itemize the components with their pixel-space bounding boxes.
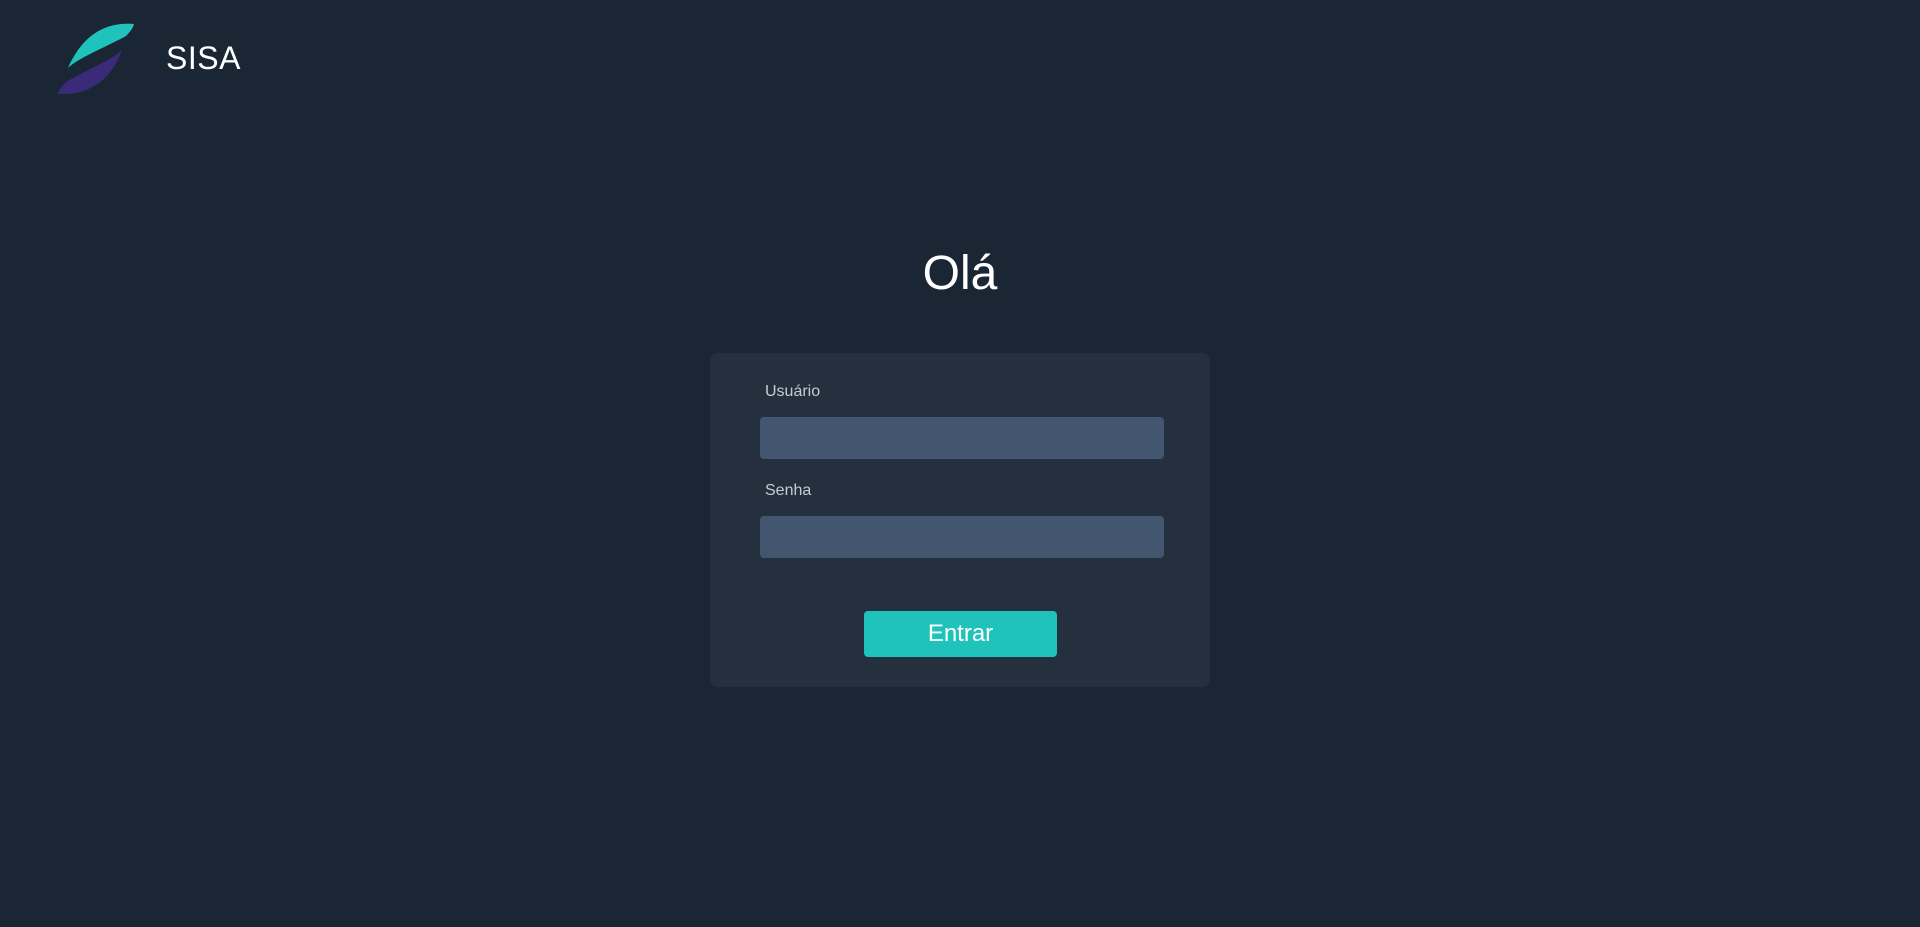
username-input[interactable] — [760, 417, 1164, 459]
greeting-title: Olá — [922, 247, 998, 300]
password-input[interactable] — [760, 516, 1164, 558]
username-label: Usuário — [765, 383, 821, 400]
login-card: Usuário Senha Entrar — [710, 353, 1210, 687]
login-page: SISA Olá Usuário Senha Entrar — [0, 0, 1920, 927]
sisa-logo-icon — [58, 23, 134, 94]
brand-header: SISA — [56, 22, 241, 94]
login-button[interactable]: Entrar — [864, 611, 1057, 657]
password-label: Senha — [765, 482, 812, 499]
brand-name: SISA — [166, 39, 241, 76]
